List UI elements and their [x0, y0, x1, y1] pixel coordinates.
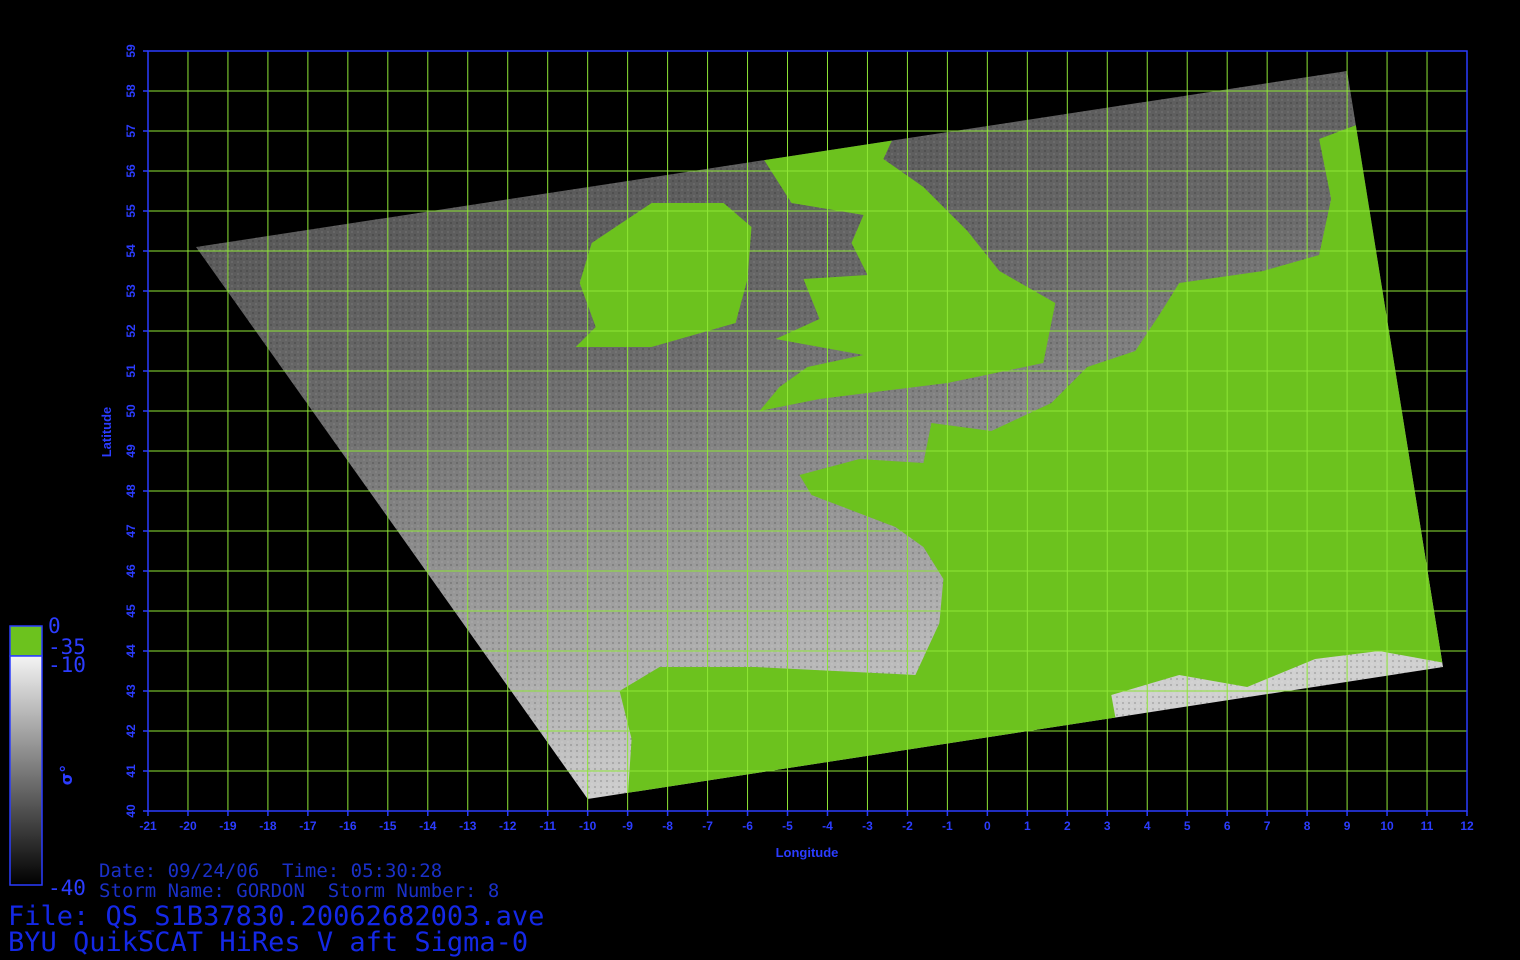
lon-tick-label: 3: [1104, 819, 1111, 833]
lon-tick-label: -14: [419, 819, 437, 833]
lat-tick-label: 56: [124, 164, 138, 178]
lat-tick-label: 40: [124, 804, 138, 818]
lon-tick-label: -21: [139, 819, 157, 833]
lon-tick-label: -17: [299, 819, 317, 833]
lat-tick-label: 46: [124, 564, 138, 578]
lon-tick-label: 12: [1460, 819, 1474, 833]
lat-tick-label: 54: [124, 244, 138, 258]
lon-tick-label: 8: [1304, 819, 1311, 833]
lat-tick-label: 49: [124, 444, 138, 458]
colorbar: 0 -35 -10 σ° -40: [9, 614, 86, 900]
swath-layer: [196, 71, 1443, 799]
lon-tick-label: -1: [942, 819, 953, 833]
colorbar-land-swatch: [9, 625, 43, 657]
lon-tick-label: -10: [579, 819, 597, 833]
lat-tick-label: 53: [124, 284, 138, 298]
lat-tick-label: 50: [124, 404, 138, 418]
colorbar-bottom-label: -40: [48, 876, 86, 900]
lat-tick-label: 51: [124, 364, 138, 378]
lon-tick-label: -20: [179, 819, 197, 833]
lon-tick-label: 10: [1380, 819, 1394, 833]
lon-tick-label: -12: [499, 819, 517, 833]
colorbar-gradient: [9, 655, 43, 886]
lat-tick-label: 41: [124, 764, 138, 778]
lat-tick-label: 57: [124, 124, 138, 138]
date-time-line: Date: 09/24/06 Time: 05:30:28: [99, 860, 443, 882]
lon-tick-label: -6: [742, 819, 753, 833]
lon-tick-label: 11: [1421, 819, 1434, 833]
latitude-tick-labels: 40 41 42 43 44 45 46 47 48 49 50 51 52 53 54 55 56 57 58 59: [124, 44, 148, 818]
lon-tick-label: 7: [1264, 819, 1271, 833]
lat-tick-label: 43: [124, 684, 138, 698]
map-canvas: -21 -20 -19 -18 -17 -16 -15 -14 -13 -12 -11 -10 -9 -8…: [9, 44, 1474, 900]
lon-tick-label: -16: [339, 819, 357, 833]
lat-tick-label: 59: [124, 44, 138, 58]
lon-tick-label: -7: [702, 819, 713, 833]
lon-tick-label: -11: [539, 819, 556, 833]
lat-tick-label: 42: [124, 724, 138, 738]
lon-tick-label: -5: [782, 819, 793, 833]
lat-tick-label: 47: [124, 524, 138, 538]
lon-tick-label: -18: [259, 819, 277, 833]
lon-tick-label: -3: [862, 819, 873, 833]
y-axis-label: Latitude: [99, 407, 114, 458]
lat-tick-label: 45: [124, 604, 138, 618]
lon-tick-label: -8: [662, 819, 673, 833]
lon-tick-label: -4: [822, 819, 833, 833]
file-name-line: File: QS_S1B37830.20062682003.ave: [8, 901, 545, 932]
lon-tick-label: 4: [1144, 819, 1151, 833]
lon-tick-label: 1: [1024, 819, 1031, 833]
lon-tick-label: -13: [459, 819, 477, 833]
lat-tick-label: 58: [124, 84, 138, 98]
colorbar-mid-label-2: -10: [48, 653, 86, 677]
longitude-tick-labels: -21 -20 -19 -18 -17 -16 -15 -14 -13 -12 -11 -10 -9 -8…: [139, 811, 1474, 833]
lat-tick-label: 48: [124, 484, 138, 498]
lon-tick-label: -2: [902, 819, 913, 833]
lon-tick-label: -19: [219, 819, 237, 833]
lon-tick-label: 5: [1184, 819, 1191, 833]
colorbar-sigma-label: σ°: [57, 765, 76, 785]
storm-info-line: Storm Name: GORDON Storm Number: 8: [99, 880, 500, 902]
product-title-line: BYU QuikSCAT HiRes V aft Sigma-0: [8, 927, 529, 958]
lat-tick-label: 52: [124, 324, 138, 338]
lon-tick-label: 0: [984, 819, 991, 833]
lon-tick-label: 2: [1064, 819, 1071, 833]
lon-tick-label: 9: [1344, 819, 1351, 833]
x-axis-label: Longitude: [776, 845, 839, 860]
lon-tick-label: -15: [379, 819, 397, 833]
lat-tick-label: 44: [124, 644, 138, 658]
lon-tick-label: 6: [1224, 819, 1231, 833]
lat-tick-label: 55: [124, 204, 138, 218]
lon-tick-label: -9: [622, 819, 633, 833]
